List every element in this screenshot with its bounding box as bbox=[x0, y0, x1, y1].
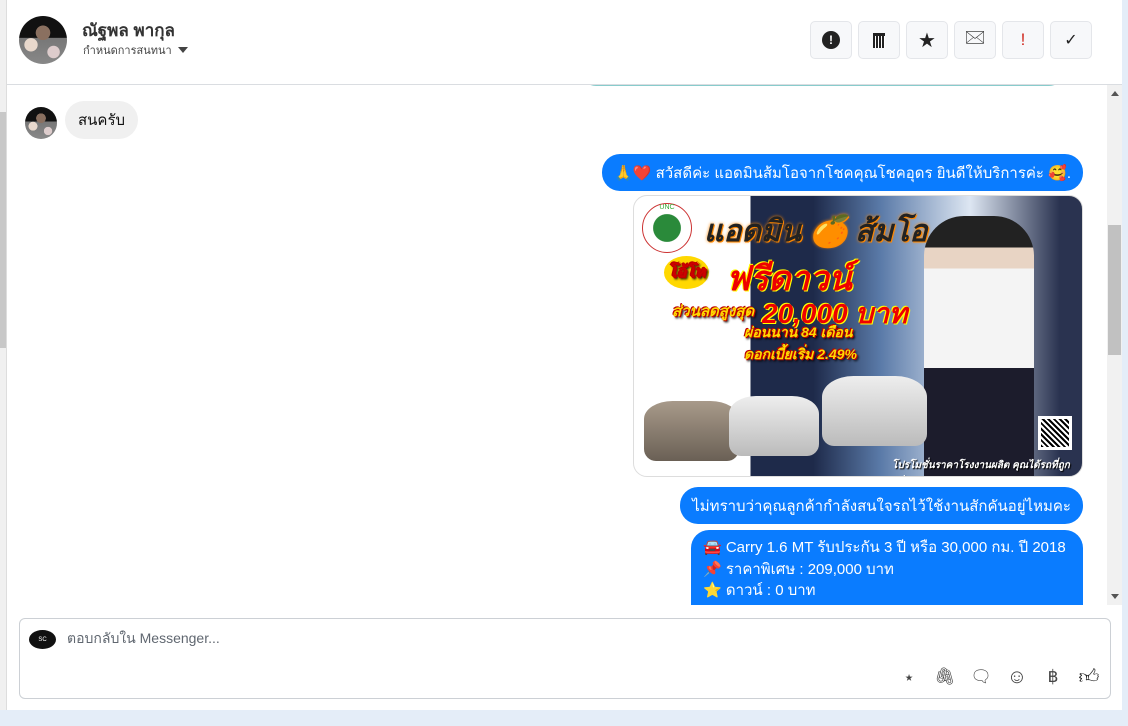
spam-button[interactable]: ! bbox=[810, 21, 852, 59]
check-icon: ✓ bbox=[1064, 32, 1078, 49]
exclamation-icon: ! bbox=[1020, 30, 1026, 49]
promo-image[interactable]: UNC แอดมิน 🍊 ส้มโอ โอ้โห ฟรีดาวน์ ส่วนลด… bbox=[633, 195, 1083, 477]
promo-interest: ดอกเบี้ยเริ่ม 2.49% bbox=[744, 346, 857, 362]
delete-button[interactable] bbox=[858, 21, 900, 59]
page-avatar: SC bbox=[29, 630, 56, 649]
dealer-logo: UNC bbox=[642, 203, 692, 253]
thumbs-up-icon[interactable]: 👍︎ bbox=[1078, 666, 1100, 688]
conversation-header: ณัฐพล พากุล กำหนดการสนทนา ! ★ 🖂 ! ✓ bbox=[7, 0, 1122, 85]
conversation-settings-label: กำหนดการสนทนา bbox=[83, 45, 172, 57]
outgoing-message-offer: 🚘 Carry 1.6 MT รับประกัน 3 ปี หรือ 30,00… bbox=[691, 530, 1083, 605]
previous-message-bubble bbox=[580, 85, 1065, 86]
offer-line: ⭐ ดาวน์ : 0 บาท bbox=[703, 582, 816, 599]
star-icon: ★ bbox=[918, 29, 936, 52]
message-list: สนครับ 🙏❤️ สวัสดีค่ะ แอดมินส้มโอจากโชคคุ… bbox=[7, 85, 1107, 605]
saved-reply-icon[interactable]: ⭑ bbox=[898, 666, 920, 688]
reply-input[interactable] bbox=[67, 630, 867, 646]
caret-down-icon bbox=[177, 47, 188, 53]
speech-bubble-icon[interactable]: 🗨 bbox=[970, 666, 992, 688]
star-button[interactable]: ★ bbox=[906, 21, 948, 59]
scroll-thumb[interactable] bbox=[1108, 225, 1121, 355]
outgoing-message-greeting: 🙏❤️ สวัสดีค่ะ แอดมินส้มโอจากโชคคุณโชคอุด… bbox=[602, 154, 1083, 191]
promo-discount-label: ส่วนลดสูงสุด bbox=[672, 303, 755, 320]
important-button[interactable]: ! bbox=[1002, 21, 1044, 59]
done-button[interactable]: ✓ bbox=[1050, 21, 1092, 59]
mark-unread-button[interactable]: 🖂 bbox=[954, 21, 996, 59]
envelope-open-icon: 🖂 bbox=[964, 27, 986, 47]
promo-title: แอดมิน 🍊 ส้มโอ bbox=[704, 215, 928, 248]
conversation-settings-dropdown[interactable]: กำหนดการสนทนา bbox=[83, 41, 188, 59]
contact-avatar[interactable] bbox=[19, 16, 67, 64]
emoji-icon[interactable]: ☺ bbox=[1006, 666, 1028, 688]
message-scrollbar[interactable] bbox=[1107, 85, 1122, 605]
reply-composer: SC ⭑ 🖇 🗨 ☺ ฿ 👍︎ bbox=[19, 618, 1111, 699]
promo-car-sedan bbox=[644, 401, 739, 461]
conversation-panel: ณัฐพล พากุล กำหนดการสนทนา ! ★ 🖂 ! ✓ สนคร… bbox=[7, 0, 1122, 710]
paperclip-icon[interactable]: 🖇 bbox=[934, 666, 956, 688]
outgoing-message-question: ไม่ทราบว่าคุณลูกค้ากำลังสนใจรถไว้ใช้งานส… bbox=[680, 487, 1083, 524]
left-scroll-thumb[interactable] bbox=[0, 112, 6, 348]
incoming-message: สนครับ bbox=[65, 101, 139, 139]
baht-icon[interactable]: ฿ bbox=[1042, 666, 1064, 688]
promo-installment: ผ่อนนาน 84 เดือน bbox=[744, 324, 853, 340]
promo-badge: โอ้โห bbox=[664, 256, 710, 289]
action-toolbar: ! ★ 🖂 ! ✓ bbox=[810, 21, 1092, 59]
promo-footer: โปรโมชั่นราคาโรงงานผลิต คุณได้รถที่ถูกกว… bbox=[892, 460, 1070, 476]
composer-toolbar: ⭑ 🖇 🗨 ☺ ฿ 👍︎ bbox=[898, 666, 1100, 689]
offer-line: 📌 ราคาพิเศษ : 209,000 บาท bbox=[703, 560, 894, 578]
qr-code bbox=[1038, 416, 1072, 450]
promo-car-pickup bbox=[729, 396, 819, 456]
promo-car-truck bbox=[822, 376, 927, 446]
scroll-down-arrow-icon[interactable] bbox=[1111, 594, 1119, 599]
scroll-up-arrow-icon[interactable] bbox=[1111, 91, 1119, 96]
contact-name[interactable]: ณัฐพล พากุล bbox=[82, 17, 175, 44]
alert-circle-icon: ! bbox=[822, 31, 840, 49]
sender-avatar bbox=[25, 107, 57, 139]
left-scrollbar[interactable] bbox=[0, 0, 7, 710]
offer-line: 🚘 Carry 1.6 MT รับประกัน 3 ปี หรือ 30,00… bbox=[703, 539, 1066, 556]
trash-icon bbox=[873, 32, 885, 48]
promo-person bbox=[924, 216, 1034, 476]
